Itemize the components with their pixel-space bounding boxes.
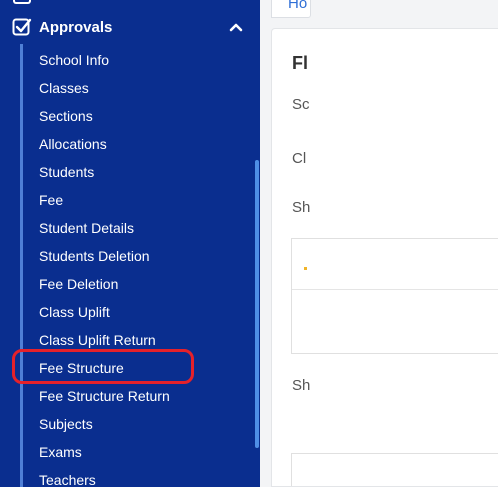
sidebar-item-fee-deletion[interactable]: Fee Deletion: [39, 272, 118, 296]
sidebar-group-approvals[interactable]: Approvals: [0, 12, 260, 44]
sidebar-item-subjects[interactable]: Subjects: [39, 412, 93, 436]
sidebar-scrollbar[interactable]: [255, 160, 259, 448]
sidebar-item-students-deletion[interactable]: Students Deletion: [39, 244, 150, 268]
field-label-3: Sh: [292, 199, 311, 216]
main-content: Ho Fl Sc Cl Sh Sh: [260, 0, 498, 487]
inner-panel: [291, 238, 498, 354]
sidebar-item-fee-structure-return[interactable]: Fee Structure Return: [39, 384, 170, 408]
panel-marker: [304, 267, 307, 270]
menu-icon-partial[interactable]: [13, 0, 31, 4]
inner-panel-2: [291, 453, 498, 486]
checkbox-checked-icon: [12, 18, 32, 36]
breadcrumb: Ho: [271, 0, 311, 18]
sidebar-item-classes[interactable]: Classes: [39, 76, 89, 100]
content-card: Fl Sc Cl Sh Sh: [271, 28, 498, 487]
sidebar-item-students[interactable]: Students: [39, 160, 94, 184]
sidebar-item-allocations[interactable]: Allocations: [39, 132, 107, 156]
tree-guide-line: [20, 44, 23, 487]
panel-divider: [292, 289, 498, 290]
sidebar-item-class-uplift[interactable]: Class Uplift: [39, 300, 110, 324]
sidebar-item-school-info[interactable]: School Info: [39, 48, 109, 72]
sidebar-item-teachers[interactable]: Teachers: [39, 468, 96, 487]
sidebar-item-fee[interactable]: Fee: [39, 188, 63, 212]
page-title: Fl: [292, 53, 308, 73]
field-label-1: Sc: [292, 96, 310, 113]
sidebar-group-title: Approvals: [39, 19, 113, 36]
highlight-annotation: [12, 349, 194, 384]
field-label-2: Cl: [292, 150, 307, 167]
breadcrumb-home-link[interactable]: Ho: [288, 0, 307, 12]
sidebar: Approvals School Info Classes Sections A…: [0, 0, 260, 487]
chevron-up-icon[interactable]: [229, 21, 243, 33]
sidebar-item-sections[interactable]: Sections: [39, 104, 93, 128]
sidebar-item-exams[interactable]: Exams: [39, 440, 82, 464]
field-label-4: Sh: [292, 377, 311, 394]
sidebar-item-student-details[interactable]: Student Details: [39, 216, 134, 240]
